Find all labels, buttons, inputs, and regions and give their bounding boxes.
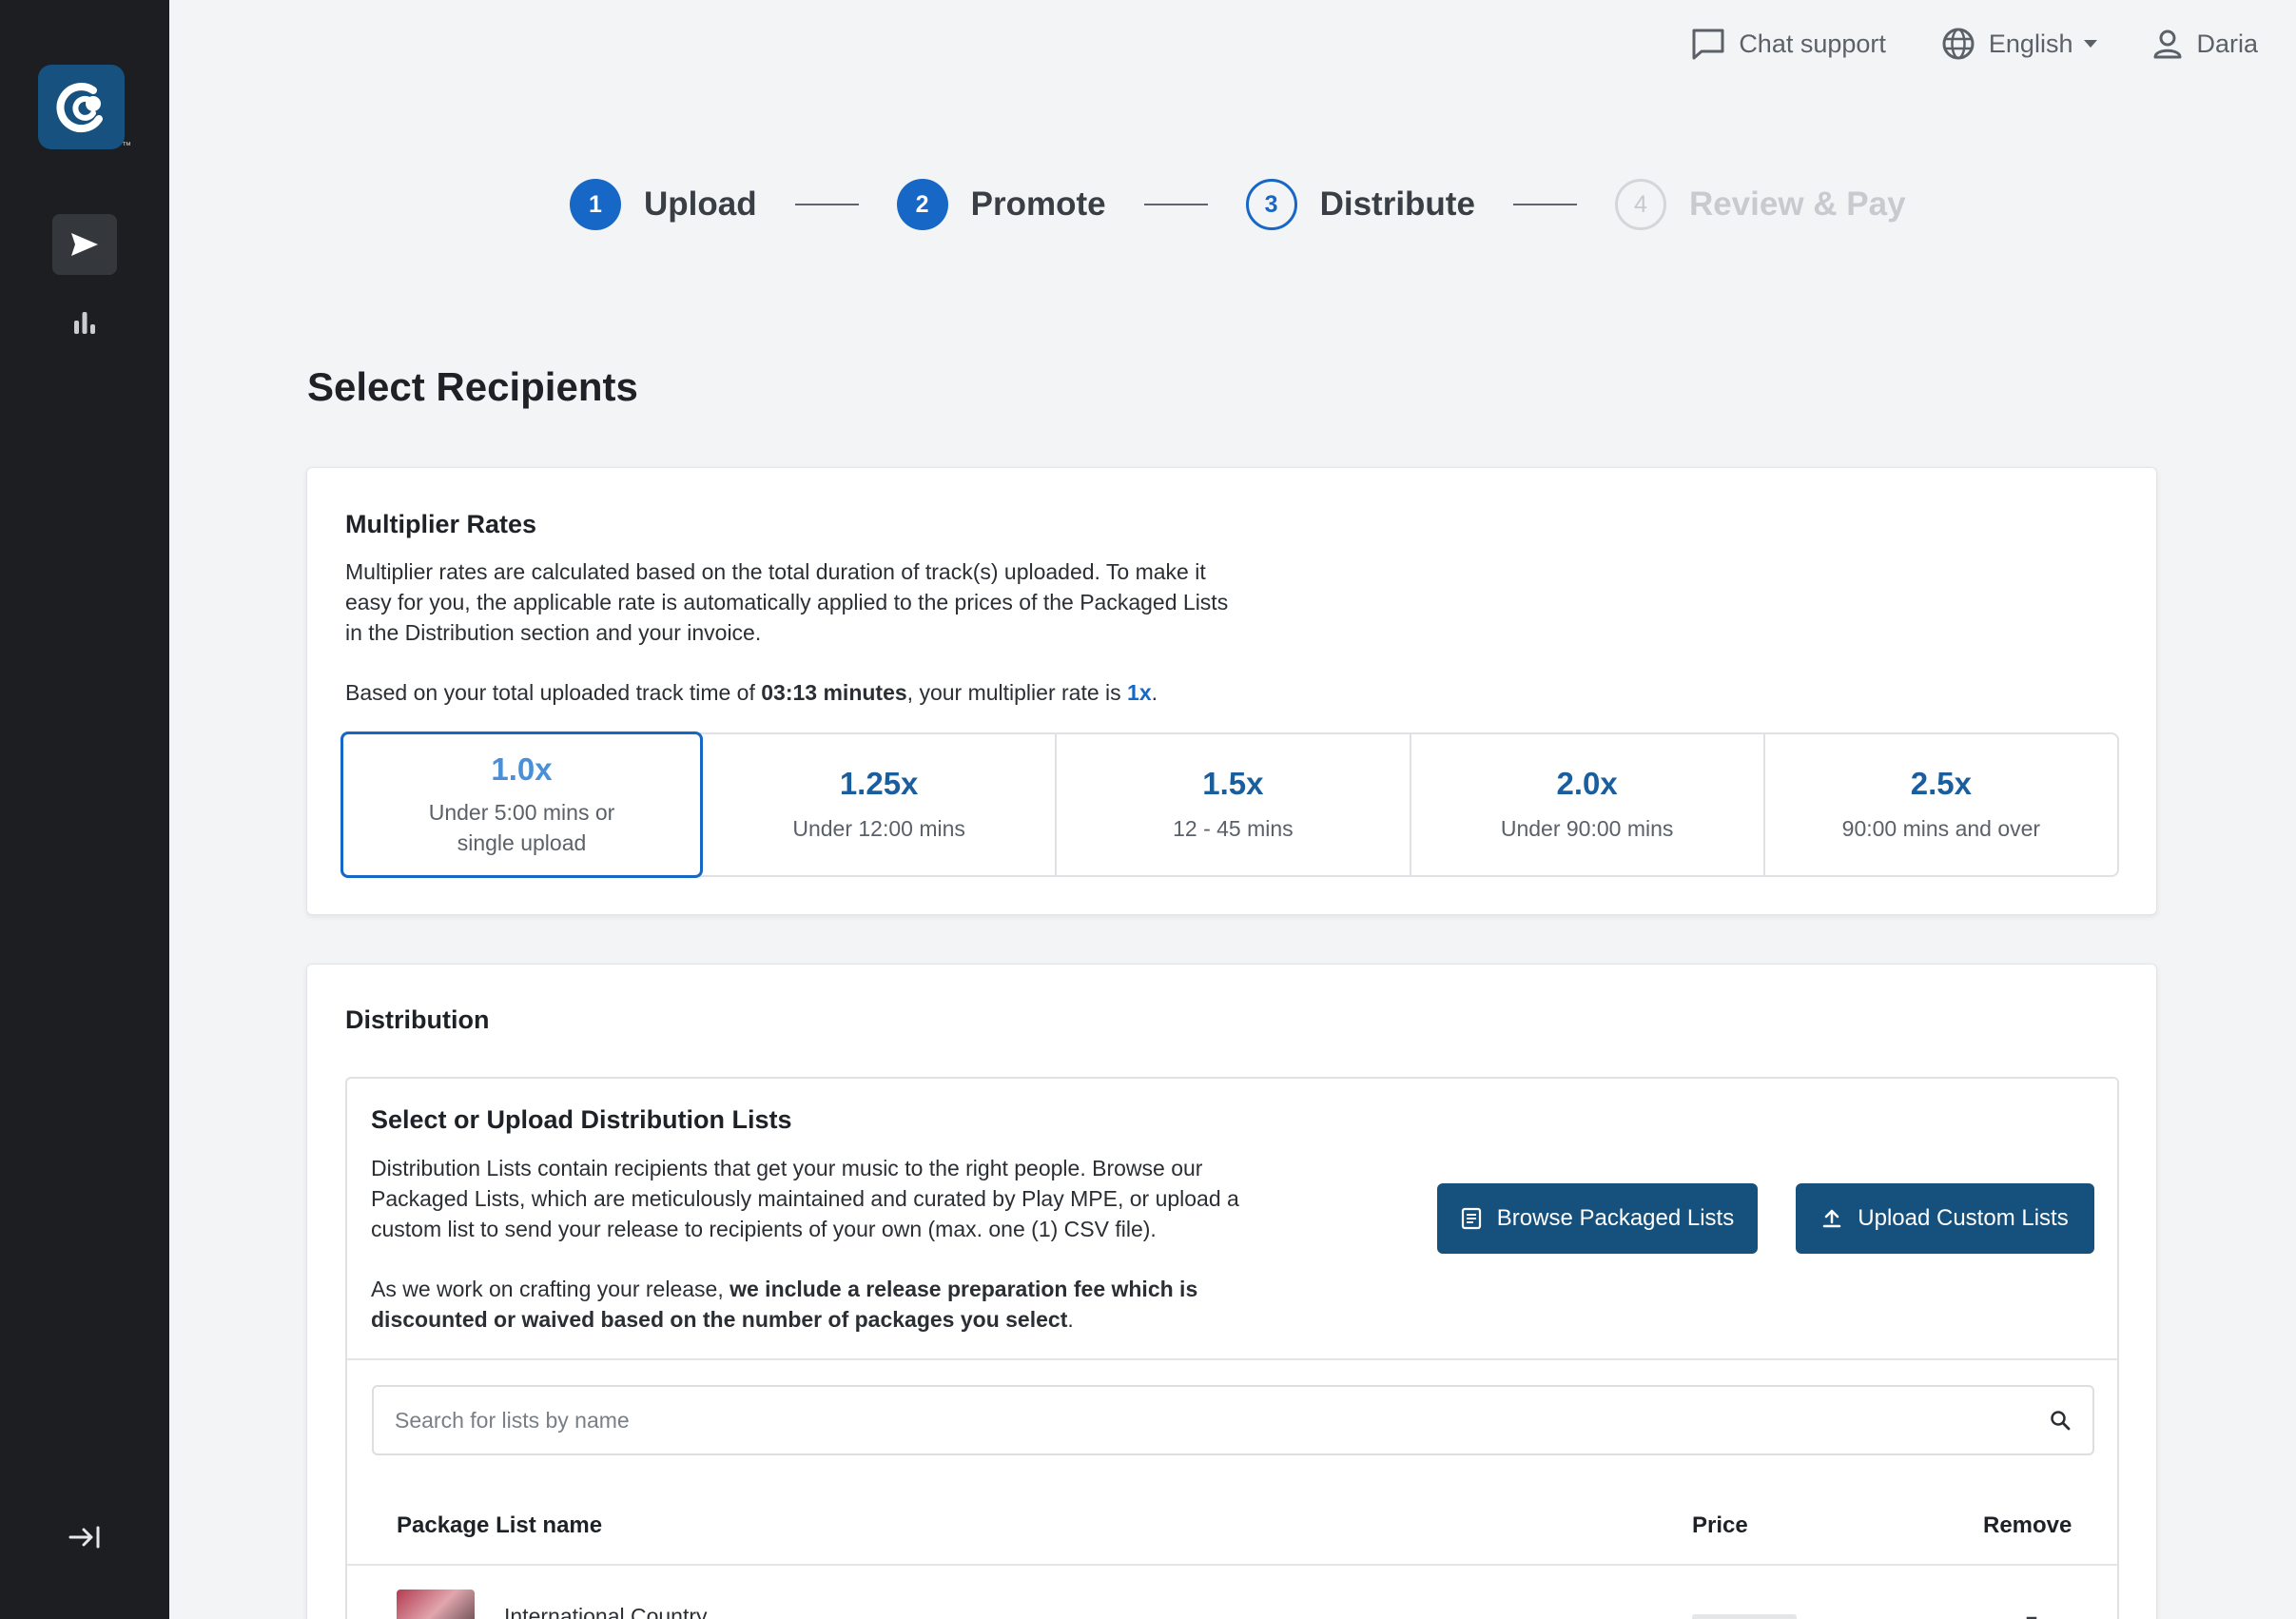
user-name: Daria — [2196, 29, 2258, 58]
rate-option[interactable]: 2.0x Under 90:00 mins — [1411, 734, 1765, 875]
sidebar-collapse-button[interactable] — [52, 1507, 117, 1568]
rate-description: Under 90:00 mins — [1500, 816, 1674, 841]
rate-option[interactable]: 1.5x 12 - 45 mins — [1057, 734, 1411, 875]
logo-trademark: ™ — [122, 141, 131, 151]
chevron-down-icon — [2084, 40, 2098, 48]
rate-option[interactable]: 1.0x Under 5:00 mins or single upload — [341, 731, 703, 878]
progress-stepper: 1 Upload 2 Promote 3 Distribute 4 Review… — [570, 178, 1906, 231]
step-label: Distribute — [1319, 185, 1475, 223]
rate-option[interactable]: 1.25x Under 12:00 mins — [703, 734, 1058, 875]
chat-icon — [1692, 29, 1724, 60]
distribution-title: Distribution — [345, 1005, 490, 1034]
rate-description: 90:00 mins and over — [1841, 816, 2041, 841]
page-title: Select Recipients — [307, 364, 638, 409]
send-icon — [71, 233, 98, 256]
summary-middle: , your multiplier rate is — [906, 680, 1128, 705]
rate-description: Under 12:00 mins — [792, 816, 965, 841]
search-input[interactable] — [395, 1407, 2049, 1434]
track-time: 03:13 minutes — [761, 680, 907, 705]
list-thumbnail — [397, 1590, 475, 1619]
rate-value: 1.25x — [839, 766, 919, 801]
sidebar-item-send[interactable] — [52, 214, 117, 275]
step-label: Upload — [644, 185, 757, 223]
sidebar-item-analytics[interactable] — [52, 292, 117, 353]
top-bar: Chat support English Daria — [1691, 21, 2258, 67]
multiplier-summary: Based on your total uploaded track time … — [345, 677, 1158, 708]
step-connector — [1512, 204, 1577, 205]
column-header-name: Package List name — [397, 1512, 603, 1538]
step-upload[interactable]: 1 Upload — [570, 179, 757, 230]
logo-icon — [56, 82, 103, 132]
step-number: 1 — [570, 179, 621, 230]
summary-suffix: . — [1151, 680, 1158, 705]
rate-description: Under 5:00 mins or single upload — [428, 800, 615, 855]
language-selector[interactable]: English — [1941, 27, 2098, 61]
bar-chart-icon — [74, 312, 95, 334]
chat-support-link[interactable]: Chat support — [1691, 28, 1886, 60]
column-header-price: Price — [1692, 1512, 1748, 1538]
fee-suffix: . — [1067, 1307, 1074, 1332]
user-icon — [2153, 29, 2182, 59]
browse-label: Browse Packaged Lists — [1496, 1205, 1735, 1231]
distribution-lists-box: Select or Upload Distribution Lists Dist… — [345, 1077, 2119, 1619]
divider — [347, 1358, 2117, 1360]
multiplier-description: Multiplier rates are calculated based on… — [345, 559, 1229, 645]
search-icon[interactable] — [2049, 1409, 2072, 1432]
document-list-icon — [1461, 1207, 1481, 1230]
trash-icon[interactable] — [2019, 1615, 2044, 1619]
rate-value: 1.5x — [1202, 766, 1264, 801]
language-label: English — [1988, 29, 2073, 58]
globe-icon — [1942, 28, 1975, 60]
step-number: 4 — [1614, 179, 1666, 230]
step-connector — [794, 204, 859, 205]
step-label: Promote — [970, 185, 1106, 223]
rate-options: 1.0x Under 5:00 mins or single upload 1.… — [341, 731, 2119, 878]
distribution-description: Distribution Lists contain recipients th… — [371, 1156, 1239, 1241]
multiplier-title: Multiplier Rates — [345, 510, 537, 538]
fee-prefix: As we work on crafting your release, — [371, 1277, 730, 1301]
step-number: 2 — [896, 179, 948, 230]
rate-value: 2.0x — [1556, 766, 1618, 801]
collapse-arrow-icon — [68, 1526, 100, 1549]
current-rate: 1x — [1127, 680, 1152, 705]
step-promote[interactable]: 2 Promote — [896, 179, 1106, 230]
rate-option[interactable]: 2.5x 90:00 mins and over — [1765, 734, 2117, 875]
upload-label: Upload Custom Lists — [1858, 1205, 2069, 1231]
multiplier-rates-card: Multiplier Rates Multiplier rates are ca… — [306, 467, 2157, 915]
step-number: 3 — [1245, 179, 1297, 230]
chat-support-label: Chat support — [1739, 29, 1886, 58]
rate-value: 2.5x — [1910, 766, 1972, 801]
rate-description: 12 - 45 mins — [1173, 816, 1294, 841]
summary-prefix: Based on your total uploaded track time … — [345, 680, 762, 705]
sidebar: ™ — [0, 0, 169, 1619]
rate-value: 1.0x — [491, 751, 553, 787]
step-connector — [1143, 204, 1208, 205]
table-row: International Country — [347, 1566, 2117, 1619]
app-logo[interactable] — [38, 65, 125, 149]
step-distribute[interactable]: 3 Distribute — [1245, 179, 1475, 230]
list-search-field[interactable] — [372, 1385, 2094, 1455]
user-menu[interactable]: Daria — [2152, 29, 2258, 59]
upload-custom-lists-button[interactable]: Upload Custom Lists — [1796, 1183, 2094, 1254]
price-placeholder — [1692, 1614, 1797, 1619]
step-label: Review & Pay — [1688, 185, 1906, 223]
release-fee-note: As we work on crafting your release, we … — [371, 1274, 1227, 1335]
step-review-pay: 4 Review & Pay — [1614, 179, 1906, 230]
browse-packaged-lists-button[interactable]: Browse Packaged Lists — [1437, 1183, 1758, 1254]
distribution-box-title: Select or Upload Distribution Lists — [371, 1105, 792, 1134]
column-header-remove: Remove — [1983, 1512, 2072, 1538]
list-name: International Country — [504, 1604, 708, 1619]
distribution-card: Distribution Select or Upload Distributi… — [306, 964, 2157, 1619]
upload-icon — [1823, 1209, 1841, 1228]
